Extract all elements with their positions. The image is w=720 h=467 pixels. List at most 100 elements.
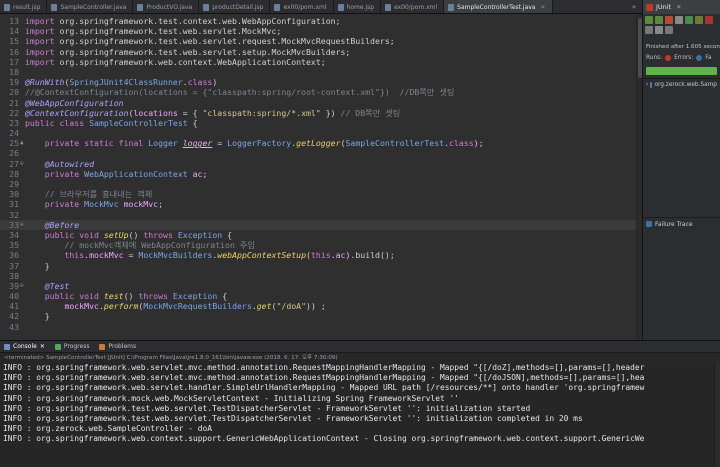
- code-token: mockMvc: [64, 301, 99, 312]
- code-token: ;: [202, 168, 208, 179]
- rerun-failed-icon[interactable]: [695, 16, 703, 24]
- console-line: INFO : org.springframework.test.web.serv…: [3, 413, 583, 423]
- code-line: 43: [0, 322, 636, 332]
- editor-tab[interactable]: SampleControllerTest.java ✕: [444, 0, 553, 13]
- problems-icon: [99, 343, 106, 350]
- line-number: 28: [9, 168, 19, 179]
- code-lines: 13 import org.springframework.test.contex…: [0, 16, 636, 332]
- file-icon: [137, 3, 144, 11]
- code-token: }: [25, 260, 50, 271]
- junit-icon: [646, 3, 653, 11]
- file-icon: [51, 3, 58, 11]
- runs-label: Runs:: [646, 55, 663, 61]
- junit-progress-fill: [646, 67, 717, 75]
- console-output[interactable]: INFO : org.springframework.web.servlet.m…: [0, 363, 720, 467]
- line-number: 13: [9, 16, 19, 26]
- editor-tab-label: productDetail.jsp: [212, 3, 264, 11]
- editor-tab[interactable]: result.jsp: [0, 0, 48, 13]
- code-token: class: [449, 138, 474, 149]
- code-line: 32: [0, 210, 636, 220]
- console-view-tab[interactable]: Progress: [54, 343, 89, 350]
- code-token: import: [25, 16, 60, 26]
- junit-close-icon[interactable]: ✕: [676, 3, 681, 11]
- stop-icon[interactable]: [705, 16, 713, 24]
- junit-toolbar: [643, 14, 720, 42]
- code-text: import org.springframework.test.web.serv…: [25, 47, 350, 57]
- code-editor[interactable]: 13 import org.springframework.test.contex…: [0, 14, 642, 340]
- code-token: MockMvc: [84, 199, 124, 210]
- code-line: 22 @ContextConfiguration(locations = { "c…: [0, 108, 636, 118]
- console-lines: INFO : org.springframework.web.servlet.m…: [0, 363, 720, 445]
- code-token: ;: [158, 199, 164, 210]
- console-line: INFO : org.zerock.web.SampleController -…: [3, 424, 213, 434]
- code-line: 23 public class SampleControllerTest {: [0, 118, 636, 128]
- close-tab-icon[interactable]: ✕: [540, 4, 545, 11]
- code-token: class: [187, 77, 213, 88]
- editor-tab[interactable]: productDetail.jsp: [199, 0, 271, 13]
- editor-tab[interactable]: ex00/pom.xml: [381, 0, 445, 13]
- editor-tab[interactable]: ProductVO.java: [133, 0, 200, 13]
- code-token: locations: [133, 107, 178, 118]
- line-number: 36: [9, 250, 19, 261]
- code-token: (): [128, 229, 144, 240]
- junit-panel: JUnit ✕ Finished after 1.605 seconds Run…: [642, 0, 720, 340]
- code-token: =: [123, 250, 139, 261]
- code-token: =: [212, 138, 228, 149]
- failure-trace-area[interactable]: [643, 230, 720, 330]
- code-token: {: [217, 291, 228, 302]
- view-menu-icon[interactable]: [655, 26, 663, 34]
- junit-counters: Runs: Errors: Fa: [643, 52, 720, 64]
- next-failure-icon[interactable]: [645, 16, 653, 24]
- code-token: org.springframework.test.context.web.Web…: [59, 16, 341, 26]
- editor-tab-label: ProductVO.java: [146, 3, 193, 11]
- code-token: org.springframework.test.web.servlet.set…: [59, 46, 351, 57]
- console-scrollbar[interactable]: [714, 363, 720, 467]
- test-tree-item[interactable]: › org.zerock.web.Samp: [646, 82, 717, 88]
- console-view-tab[interactable]: Console ✕: [4, 343, 45, 350]
- code-text: @RunWith(SpringJUnit4ClassRunner.class): [25, 77, 217, 87]
- scroll-lock-icon[interactable]: [675, 16, 683, 24]
- code-line: 18: [0, 67, 636, 77]
- show-failures-only-icon[interactable]: [665, 16, 673, 24]
- failure-trace-icon: [646, 221, 652, 227]
- code-line: 33 ⊖ @Before: [0, 219, 636, 230]
- code-text: private WebApplicationContext ac;: [25, 168, 208, 179]
- file-icon: [337, 3, 344, 11]
- close-console-icon[interactable]: ✕: [40, 343, 45, 350]
- code-token: Exception: [172, 291, 218, 302]
- code-token: SampleControllerTest: [89, 117, 188, 128]
- code-token: ).build();: [345, 250, 395, 261]
- line-number: 41: [9, 301, 19, 312]
- code-token: @ContextConfiguration: [25, 107, 129, 118]
- tab-overflow-icon[interactable]: »: [626, 0, 642, 13]
- expand-arrow-icon[interactable]: ›: [646, 82, 648, 88]
- code-text: @Autowired: [25, 159, 94, 169]
- line-number: 22: [9, 107, 19, 118]
- code-token: throws: [138, 291, 173, 302]
- code-token: test: [103, 291, 124, 302]
- minimize-icon[interactable]: [665, 26, 673, 34]
- code-line: 13 import org.springframework.test.contex…: [0, 16, 636, 26]
- junit-test-tree[interactable]: › org.zerock.web.Samp: [643, 78, 720, 218]
- history-icon[interactable]: [645, 26, 653, 34]
- line-number: 43: [9, 321, 19, 332]
- rerun-icon[interactable]: [685, 16, 693, 24]
- console-view-tab[interactable]: Problems: [99, 343, 136, 350]
- file-icon: [4, 3, 10, 11]
- prev-failure-icon[interactable]: [655, 16, 663, 24]
- editor-tab[interactable]: home.jsp: [334, 0, 382, 13]
- console-line: INFO : org.springframework.web.servlet.m…: [3, 363, 645, 372]
- line-number: 23: [9, 117, 19, 128]
- code-token: @RunWith: [25, 77, 65, 88]
- junit-view-tab[interactable]: JUnit ✕: [643, 0, 720, 14]
- line-number: 15: [9, 36, 19, 47]
- editor-tab[interactable]: SampleController.java: [47, 0, 134, 13]
- code-text: @Test: [25, 281, 70, 291]
- code-line: 16 import org.springframework.test.web.se…: [0, 47, 636, 57]
- editor-tab[interactable]: ex00/pom.xml: [270, 0, 334, 13]
